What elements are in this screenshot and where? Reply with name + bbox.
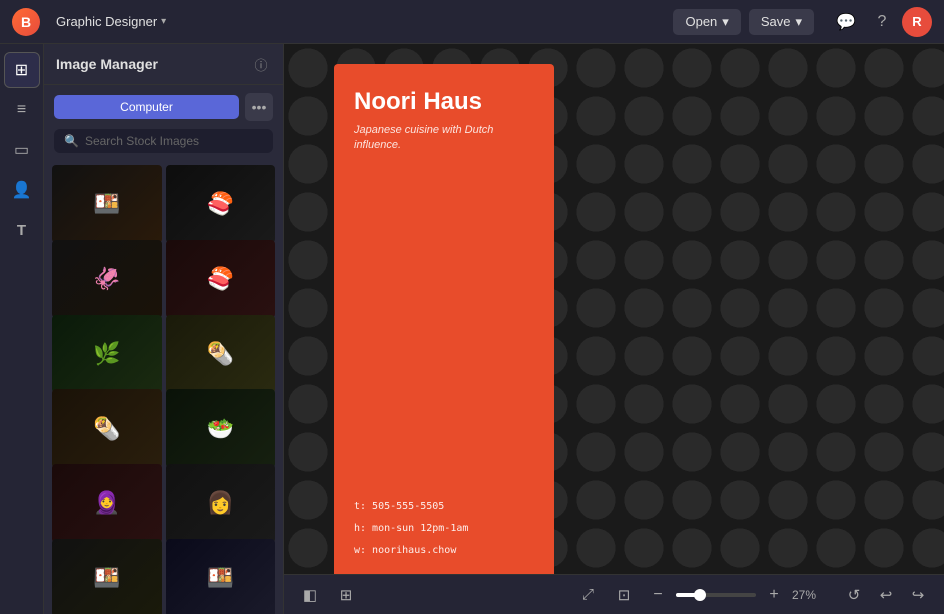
app-header: B Graphic Designer ▾ Open ▾ Save ▾ 💬 ? R [0,0,944,44]
fit-view-button[interactable]: ⤢ [574,581,602,609]
design-card[interactable]: Noori Haus Japanese cuisine with Dutch i… [334,64,554,574]
canvas-background[interactable]: Noori Haus Japanese cuisine with Dutch i… [284,44,944,574]
chat-icon-button[interactable]: 💬 [830,6,862,38]
icon-bar: ⊞ ≡ ▭ 👤 T [0,44,44,614]
zoom-controls: − + 27% [646,583,824,607]
panel-info-button[interactable]: ⓘ [251,54,271,74]
card-contact-web: w: noorihaus.chow [354,542,534,560]
zoom-value: 27% [792,588,824,602]
undo-redo-controls: ↺ ↩ ↪ [840,581,932,609]
app-title: Graphic Designer [56,14,157,29]
search-bar: 🔍 [54,129,273,153]
sidebar-item-adjustments[interactable]: ≡ [4,92,40,128]
image-grid: 🍱 🍣 🦑 🍣 🌿 🌯 🌯 🥗 [44,161,283,614]
redo-button[interactable]: ↪ [904,581,932,609]
zoom-out-button[interactable]: − [646,583,670,607]
app-title-dropdown[interactable]: Graphic Designer ▾ [48,10,174,33]
grid-button[interactable]: ⊞ [332,581,360,609]
list-item[interactable]: 🥗 [166,389,276,467]
list-item[interactable]: 🍱 [166,539,276,614]
header-icons: 💬 ? R [830,6,932,38]
card-subtitle: Japanese cuisine with Dutch influence. [354,123,534,154]
tab-more-button[interactable]: ••• [245,93,273,121]
layers-button[interactable]: ◧ [296,581,324,609]
app-logo[interactable]: B [12,8,40,36]
card-contact-phone: t: 505-555-5505 [354,498,534,516]
list-item[interactable]: 🍣 [166,240,276,318]
sidebar-item-text[interactable]: T [4,212,40,248]
avatar-button[interactable]: R [902,7,932,37]
list-item[interactable]: 🌯 [166,315,276,393]
reset-button[interactable]: ↺ [840,581,868,609]
sidebar-item-image-manager[interactable]: ⊞ [4,52,40,88]
canvas-area: Noori Haus Japanese cuisine with Dutch i… [284,44,944,614]
help-icon-button[interactable]: ? [866,6,898,38]
panel-header: Image Manager ⓘ [44,44,283,85]
search-input[interactable] [85,134,263,148]
tab-computer[interactable]: Computer [54,95,239,119]
list-item[interactable]: 🧕 [52,464,162,542]
panel-tabs: Computer ••• [44,85,283,129]
save-chevron: ▾ [795,14,802,30]
search-icon: 🔍 [64,134,79,148]
list-item[interactable]: 🍣 [166,165,276,243]
list-item[interactable]: 🌿 [52,315,162,393]
open-chevron: ▾ [722,14,729,30]
zoom-in-button[interactable]: + [762,583,786,607]
list-item[interactable]: 🍱 [52,539,162,614]
zoom-slider[interactable] [676,593,756,597]
list-item[interactable]: 🍱 [52,165,162,243]
sidebar-item-people[interactable]: 👤 [4,172,40,208]
undo-button[interactable]: ↩ [872,581,900,609]
save-button[interactable]: Save ▾ [749,9,814,35]
card-contact-hours: h: mon-sun 12pm-1am [354,520,534,538]
card-title: Noori Haus [354,88,534,117]
panel-title: Image Manager [56,56,243,72]
image-manager-panel: Image Manager ⓘ Computer ••• 🔍 🍱 🍣 🦑 🍣 [44,44,284,614]
sidebar-item-layout[interactable]: ▭ [4,132,40,168]
open-button[interactable]: Open ▾ [673,9,740,35]
bottom-toolbar: ◧ ⊞ ⤢ ⊡ − + 27% ↺ ↩ ↪ [284,574,944,614]
resize-button[interactable]: ⊡ [610,581,638,609]
list-item[interactable]: 👩 [166,464,276,542]
card-footer: t: 505-555-5505 h: mon-sun 12pm-1am w: n… [354,498,534,560]
list-item[interactable]: 🦑 [52,240,162,318]
main-area: ⊞ ≡ ▭ 👤 T Image Manager ⓘ Computer ••• 🔍… [0,44,944,614]
list-item[interactable]: 🌯 [52,389,162,467]
app-title-chevron: ▾ [161,16,166,27]
